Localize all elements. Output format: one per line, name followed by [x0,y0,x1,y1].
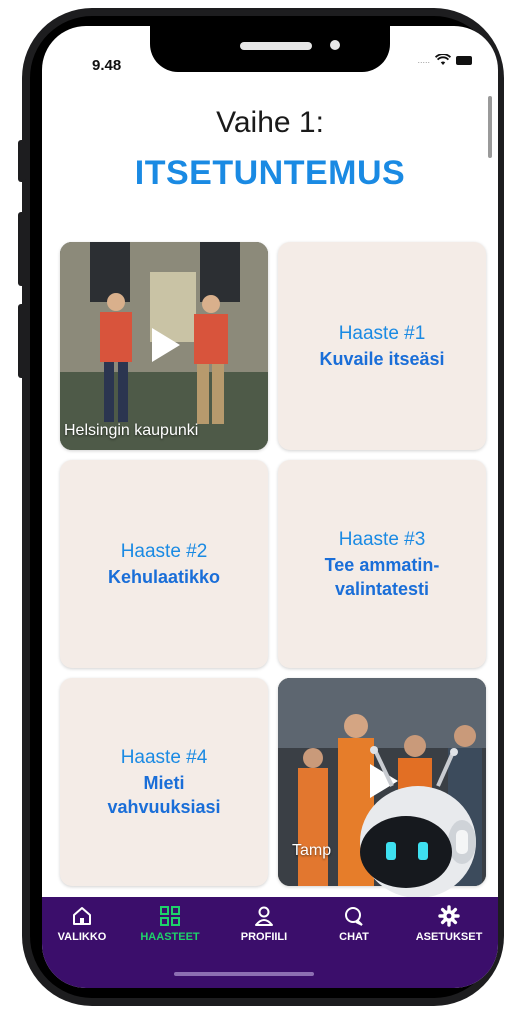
silent-switch [18,140,26,182]
video-tile-helsinki[interactable]: Helsingin kaupunki [60,242,268,450]
challenge-name: Tee ammatin-valintatesti [324,555,440,599]
status-time: 9.48 [92,57,122,74]
battery-icon [456,55,472,65]
video-tile-tampere[interactable]: Tamp [278,678,486,886]
challenge-tile-4[interactable]: Haaste #4 Mieti vahvuuksiasi [60,678,268,886]
tab-chat[interactable]: CHAT [314,903,394,943]
status-icons: ..... [417,54,472,66]
challenge-number: Haaste #4 [120,747,208,768]
step-subtitle: ITSETUNTEMUS [134,154,406,192]
challenge-name: Kehulaatikko [107,567,221,587]
volume-down-button [18,304,26,378]
gear-icon [436,903,462,929]
video-caption: Tamp [292,842,332,859]
tab-label: VALIKKO [57,931,107,943]
app-screen: 9.48 ..... Vaihe 1: ITSETUNTEMUS Helsing… [42,26,498,988]
grid-icon [157,903,183,929]
tab-haasteet[interactable]: HAASTEET [130,903,210,943]
play-icon[interactable] [370,764,398,798]
challenge-number: Haaste #2 [120,541,208,562]
tab-label: HAASTEET [140,931,200,943]
tab-label: PROFIILI [240,931,288,943]
speaker-grille [240,42,312,50]
signal-icon: ..... [417,55,430,65]
play-icon[interactable] [152,328,180,362]
tab-label: CHAT [339,931,369,943]
home-indicator[interactable] [174,972,314,976]
challenge-name: Kuvaile itseäsi [319,349,445,369]
challenge-number: Haaste #3 [338,529,426,550]
notch [150,26,390,72]
challenge-name: Mieti vahvuuksiasi [107,773,221,817]
chat-bubble-icon [341,903,367,929]
tab-asetukset[interactable]: ASETUKSET [404,903,494,943]
wifi-icon [435,54,451,65]
person-icon [251,903,277,929]
challenge-number: Haaste #1 [338,323,426,344]
bottom-tab-bar: VALIKKO HAASTEET PROFIILI CHAT ASETUKSET [42,897,498,988]
step-title: Vaihe 1: [216,106,324,139]
challenge-tile-2[interactable]: Haaste #2 Kehulaatikko [60,460,268,668]
front-camera [330,40,340,50]
challenge-tile-3[interactable]: Haaste #3 Tee ammatin-valintatesti [278,460,486,668]
challenge-tile-1[interactable]: Haaste #1 Kuvaile itseäsi [278,242,486,450]
volume-up-button [18,212,26,286]
tab-profiili[interactable]: PROFIILI [224,903,304,943]
video-caption: Helsingin kaupunki [64,422,199,439]
home-icon [69,903,95,929]
tab-label: ASETUKSET [415,931,483,943]
tab-valikko[interactable]: VALIKKO [42,903,122,943]
